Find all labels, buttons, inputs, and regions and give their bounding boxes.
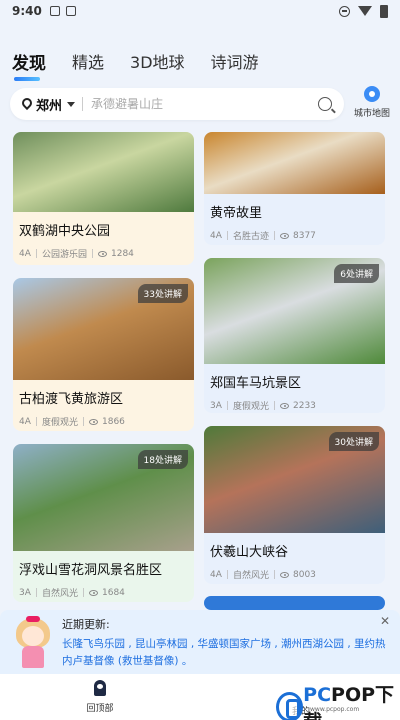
attraction-category: 度假观光 [232, 402, 269, 412]
tab-featured[interactable]: 精选 [72, 49, 104, 73]
audio-guide-badge: 18处讲解 [137, 450, 188, 469]
tab-discover[interactable]: 发现 [12, 49, 46, 81]
attraction-views: 1684 [102, 587, 125, 598]
attraction-photo: 33处讲解 [13, 278, 194, 380]
attraction-meta: 3A | 自然风光 | 1684 [19, 587, 125, 600]
attraction-category: 名胜古迹 [232, 232, 269, 242]
eye-icon [98, 250, 107, 257]
battery-icon [380, 4, 388, 18]
attraction-views: 1284 [111, 248, 134, 259]
map-pin-icon [364, 86, 380, 102]
attraction-views: 8003 [293, 569, 316, 580]
attraction-category: 自然风光 [41, 589, 78, 599]
attraction-level: 3A [19, 587, 31, 598]
close-icon[interactable]: ✕ [380, 614, 390, 628]
back-to-top-label: 回顶部 [86, 704, 114, 714]
watermark-url: www.pcpop.com [310, 706, 360, 713]
attraction-photo [204, 132, 385, 194]
updates-title: 近期更新: [62, 618, 110, 631]
attraction-name: 浮戏山雪花洞风景名胜区 [19, 563, 163, 578]
attraction-photo: 6处讲解 [204, 258, 385, 364]
wifi-icon [358, 6, 372, 16]
image-notification-icon [65, 6, 76, 16]
attraction-meta: 4A | 名胜古迹 | 8377 [210, 230, 316, 243]
attraction-level: 3A [210, 400, 222, 411]
recent-updates-banner[interactable]: 近期更新: 长隆飞鸟乐园 , 昆山亭林园 , 华盛顿国家广场 , 潮州西湖公园 … [0, 610, 400, 674]
attraction-meta: 3A | 度假观光 | 2233 [210, 400, 316, 413]
attraction-photo [13, 132, 194, 212]
attraction-views: 8377 [293, 230, 316, 241]
search-bar: 郑州 [10, 88, 344, 120]
attraction-name: 双鹤湖中央公园 [19, 224, 111, 239]
location-pin-icon [22, 98, 32, 111]
attraction-meta: 4A | 度假观光 | 1866 [19, 416, 125, 429]
eye-icon [280, 402, 289, 409]
notification-icon [49, 6, 60, 16]
attraction-name: 郑国车马坑景区 [210, 376, 302, 391]
attraction-views: 2233 [293, 400, 316, 411]
mascot-girl-illustration [10, 616, 56, 672]
attraction-card[interactable]: 30处讲解 伏羲山大峡谷 4A | 自然风光 | 8003 [204, 426, 385, 584]
attraction-name: 古柏渡飞黄旅游区 [19, 392, 124, 407]
attraction-grid: 双鹤湖中央公园 4A | 公园游乐园 | 1284 黄帝故里 4A | 名胜古迹 | 8… [0, 132, 400, 610]
attraction-card[interactable]: 黄帝故里 4A | 名胜古迹 | 8377 [204, 132, 385, 245]
back-to-top-button[interactable]: 回顶部 [82, 680, 118, 716]
attraction-level: 4A [19, 416, 31, 427]
status-time: 9:40 [12, 4, 42, 18]
attraction-card[interactable]: 18处讲解 浮戏山雪花洞风景名胜区 3A | 自然风光 | 1684 [13, 444, 194, 602]
eye-icon [89, 418, 98, 425]
audio-guide-badge: 6处讲解 [334, 264, 379, 283]
status-bar: 9:40 [0, 0, 400, 22]
audio-guide-badge: 33处讲解 [137, 284, 188, 303]
attraction-name: 伏羲山大峡谷 [210, 545, 289, 560]
attraction-category: 自然风光 [232, 571, 269, 581]
chevron-down-icon[interactable] [67, 101, 76, 107]
eye-icon [280, 571, 289, 578]
eye-icon [280, 232, 289, 239]
rocket-icon [94, 680, 106, 696]
city-map-label: 城市地图 [353, 109, 390, 119]
watermark-text: PCPOP下载 [303, 684, 395, 720]
eye-icon [89, 589, 98, 596]
attraction-category: 度假观光 [41, 418, 78, 428]
attraction-card-partial[interactable] [204, 596, 385, 610]
attraction-card[interactable]: 双鹤湖中央公园 4A | 公园游乐园 | 1284 [13, 132, 194, 265]
attraction-photo: 18处讲解 [13, 444, 194, 551]
search-input[interactable] [91, 97, 318, 111]
audio-guide-badge: 30处讲解 [328, 432, 379, 451]
city-map-button[interactable]: 城市地图 [350, 86, 394, 124]
search-icon[interactable] [318, 97, 332, 111]
attraction-meta: 4A | 公园游乐园 | 1284 [19, 248, 134, 261]
divider [82, 97, 84, 111]
attraction-card[interactable]: 33处讲解 古柏渡飞黄旅游区 4A | 度假观光 | 1866 [13, 278, 194, 431]
attraction-category: 公园游乐园 [41, 250, 87, 260]
attraction-card[interactable]: 6处讲解 郑国车马坑景区 3A | 度假观光 | 2233 [204, 258, 385, 413]
attraction-level: 4A [210, 569, 222, 580]
pcpop-watermark-logo: PCPOP下载 www.pcpop.com [276, 680, 400, 720]
pcpop-logo-icon [276, 692, 304, 720]
tab-poetry-travel[interactable]: 诗词游 [211, 49, 259, 73]
attraction-level: 4A [210, 230, 222, 241]
top-tabs: 发现 精选 3D地球 诗词游 [12, 46, 259, 81]
attraction-name: 黄帝故里 [210, 206, 263, 221]
do-not-disturb-icon [339, 5, 350, 17]
attraction-views: 1866 [102, 416, 125, 427]
attraction-level: 4A [19, 248, 31, 259]
tab-3d-earth[interactable]: 3D地球 [130, 49, 185, 73]
attraction-photo: 30处讲解 [204, 426, 385, 533]
updates-list[interactable]: 长隆飞鸟乐园 , 昆山亭林园 , 华盛顿国家广场 , 潮州西湖公园 , 里约热内… [62, 636, 390, 670]
attraction-meta: 4A | 自然风光 | 8003 [210, 569, 316, 582]
city-selector[interactable]: 郑州 [36, 95, 62, 114]
